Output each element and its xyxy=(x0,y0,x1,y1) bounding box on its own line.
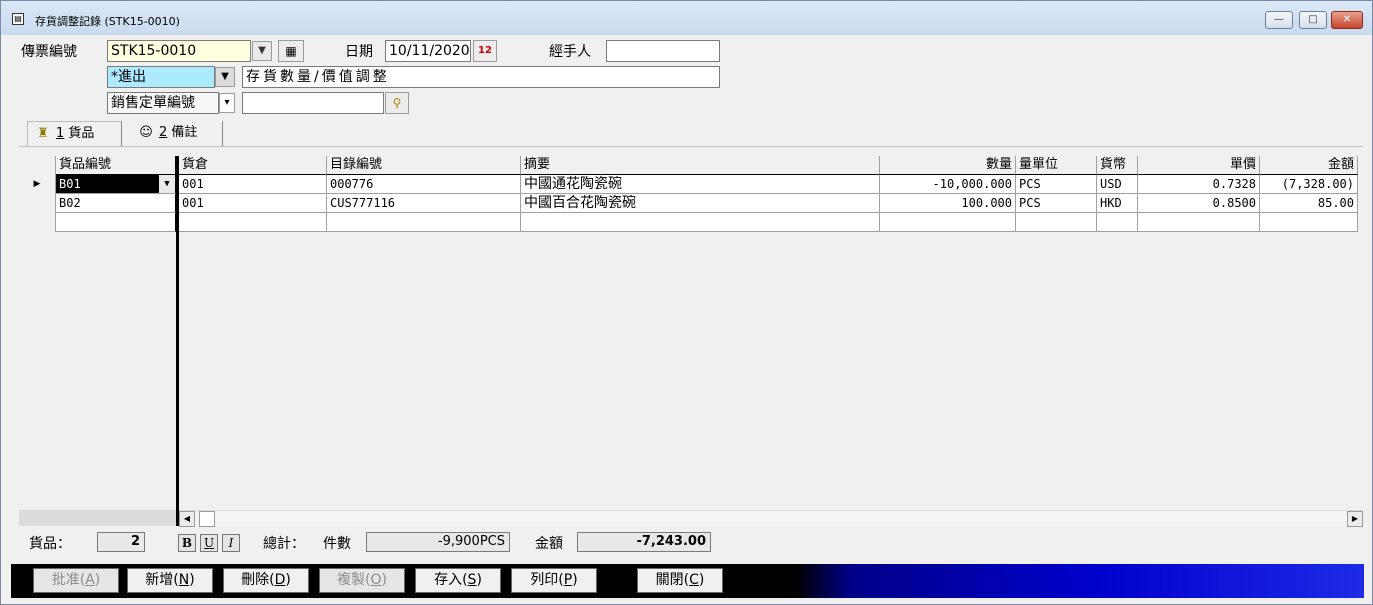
item-code-cell[interactable] xyxy=(56,213,176,232)
unit-price-cell[interactable]: 0.7328 xyxy=(1138,175,1260,194)
transaction-type-dropdown-button[interactable]: ▼ xyxy=(215,67,235,87)
tab-items[interactable]: ♜ 1 貨品 xyxy=(27,121,122,147)
warehouse-cell[interactable]: 001 xyxy=(179,175,327,194)
table-row[interactable]: B02 001 CUS777116 中國百合花陶瓷碗 100.000 PCS H… xyxy=(19,194,1358,213)
catalog-number-cell[interactable] xyxy=(327,213,521,232)
row-indicator xyxy=(19,213,56,232)
header-catalog-number[interactable]: 目錄編號 xyxy=(327,156,521,175)
delete-button[interactable]: 刪除(D) xyxy=(223,568,309,593)
header-amount[interactable]: 金額 xyxy=(1260,156,1358,175)
header-unit-price[interactable]: 單價 xyxy=(1138,156,1260,175)
italic-button[interactable]: I xyxy=(222,534,240,552)
header-description[interactable]: 摘要 xyxy=(521,156,880,175)
underline-button[interactable]: U xyxy=(200,534,218,552)
item-code-cell[interactable]: B02 xyxy=(56,194,176,213)
catalog-number-cell[interactable]: 000776 xyxy=(327,175,521,194)
voucher-number-label: 傳票編號 xyxy=(21,44,77,60)
handler-label: 經手人 xyxy=(549,44,591,60)
header-currency[interactable]: 貨幣 xyxy=(1097,156,1138,175)
grid-header: 貨品編號 貨倉 目錄編號 摘要 數量 量單位 貨幣 單價 金額 xyxy=(19,156,1358,175)
bold-button[interactable]: B xyxy=(178,534,196,552)
table-row[interactable]: ▶ B01 ▼ 001 000776 中國通花陶瓷碗 -10,000.000 PC… xyxy=(19,175,1358,194)
window-title: 存貨調整記錄 (STK15-0010) xyxy=(35,15,180,28)
table-row[interactable] xyxy=(19,213,1358,232)
close-window-button[interactable]: ✕ xyxy=(1331,11,1363,29)
header-item-code[interactable]: 貨品編號 xyxy=(56,156,176,175)
header-unit[interactable]: 量單位 xyxy=(1016,156,1097,175)
calendar-icon[interactable]: 12 xyxy=(473,40,497,62)
quantity-cell[interactable] xyxy=(880,213,1016,232)
add-button[interactable]: 新增(N) xyxy=(127,568,213,593)
catalog-number-cell[interactable]: CUS777116 xyxy=(327,194,521,213)
row-indicator xyxy=(19,194,56,213)
title-bar: ▤ 存貨調整記錄 (STK15-0010) — □ ✕ xyxy=(1,1,1372,35)
tab-remarks[interactable]: ☺ 2 備註 xyxy=(131,121,223,147)
voucher-number-field[interactable]: STK15-0010 xyxy=(107,40,251,62)
currency-cell[interactable]: USD xyxy=(1097,175,1138,194)
remarks-tab-icon: ☺ xyxy=(139,125,153,140)
description-cell[interactable]: 中國百合花陶瓷碗 xyxy=(521,194,880,213)
warehouse-cell[interactable] xyxy=(179,213,327,232)
current-row-indicator: ▶ xyxy=(19,175,56,194)
unit-cell[interactable]: PCS xyxy=(1016,175,1097,194)
item-code-cell[interactable]: B01 ▼ xyxy=(56,175,176,194)
transaction-description-field[interactable]: 存貨數量/價值調整 xyxy=(242,66,720,88)
amount-total-label: 金額 xyxy=(535,536,563,552)
date-field[interactable]: 10/11/2020 xyxy=(385,40,471,62)
unit-cell[interactable] xyxy=(1016,213,1097,232)
items-count-label: 貨品： xyxy=(29,536,71,552)
items-grid[interactable]: 貨品編號 貨倉 目錄編號 摘要 數量 量單位 貨幣 單價 金額 ▶ B01 ▼ 0… xyxy=(19,146,1363,527)
unit-price-cell[interactable] xyxy=(1138,213,1260,232)
horizontal-scrollbar[interactable]: ◀ ▶ xyxy=(179,510,1363,527)
unit-cell[interactable]: PCS xyxy=(1016,194,1097,213)
currency-cell[interactable]: HKD xyxy=(1097,194,1138,213)
reference-number-field[interactable] xyxy=(242,92,384,114)
search-lookup-icon[interactable]: ⚲ xyxy=(385,92,409,114)
scroll-right-button[interactable]: ▶ xyxy=(1347,511,1363,527)
voucher-dropdown-button[interactable]: ▼ xyxy=(252,41,272,61)
amount-cell[interactable]: (7,328.00) xyxy=(1260,175,1358,194)
header-warehouse[interactable]: 貨倉 xyxy=(179,156,327,175)
items-tab-icon: ♜ xyxy=(37,126,49,141)
reference-type-dropdown-button[interactable]: ▾ xyxy=(219,93,235,113)
minimize-button[interactable]: — xyxy=(1265,11,1293,29)
handler-field[interactable] xyxy=(606,40,720,62)
header-indicator xyxy=(19,156,56,175)
approve-button[interactable]: 批准(A) xyxy=(33,568,119,593)
quantity-total-field: -9,900PCS xyxy=(366,532,510,552)
description-cell[interactable] xyxy=(521,213,880,232)
copy-button[interactable]: 複製(O) xyxy=(319,568,405,593)
scroll-thumb[interactable] xyxy=(199,511,215,527)
transaction-type-select[interactable]: *進出 xyxy=(107,66,215,88)
warehouse-cell[interactable]: 001 xyxy=(179,194,327,213)
item-code-dropdown-icon[interactable]: ▼ xyxy=(159,175,175,193)
close-button[interactable]: 關閉(C) xyxy=(637,568,723,593)
scroll-left-button[interactable]: ◀ xyxy=(179,511,195,527)
unit-price-cell[interactable]: 0.8500 xyxy=(1138,194,1260,213)
amount-cell[interactable] xyxy=(1260,213,1358,232)
amount-total-field: -7,243.00 xyxy=(577,532,711,552)
frozen-column-divider xyxy=(176,156,179,526)
stock-adjustment-window: ▤ 存貨調整記錄 (STK15-0010) — □ ✕ 傳票編號 STK15-0… xyxy=(0,0,1373,605)
reference-type-select[interactable]: 銷售定單編號 xyxy=(107,92,219,114)
save-button[interactable]: 存入(S) xyxy=(415,568,501,593)
grid-lookup-icon[interactable]: ▦ xyxy=(278,40,304,62)
quantity-cell[interactable]: -10,000.000 xyxy=(880,175,1016,194)
frozen-scroll-area xyxy=(19,510,176,526)
app-icon: ▤ xyxy=(12,13,24,25)
maximize-button[interactable]: □ xyxy=(1299,11,1327,29)
quantity-cell[interactable]: 100.000 xyxy=(880,194,1016,213)
header-quantity[interactable]: 數量 xyxy=(880,156,1016,175)
quantity-total-label: 件數 xyxy=(323,536,351,552)
print-button[interactable]: 列印(P) xyxy=(511,568,597,593)
amount-cell[interactable]: 85.00 xyxy=(1260,194,1358,213)
date-label: 日期 xyxy=(345,44,373,60)
currency-cell[interactable] xyxy=(1097,213,1138,232)
items-count-field: 2 xyxy=(97,532,145,552)
description-cell[interactable]: 中國通花陶瓷碗 xyxy=(521,175,880,194)
total-label: 總計： xyxy=(263,536,305,552)
